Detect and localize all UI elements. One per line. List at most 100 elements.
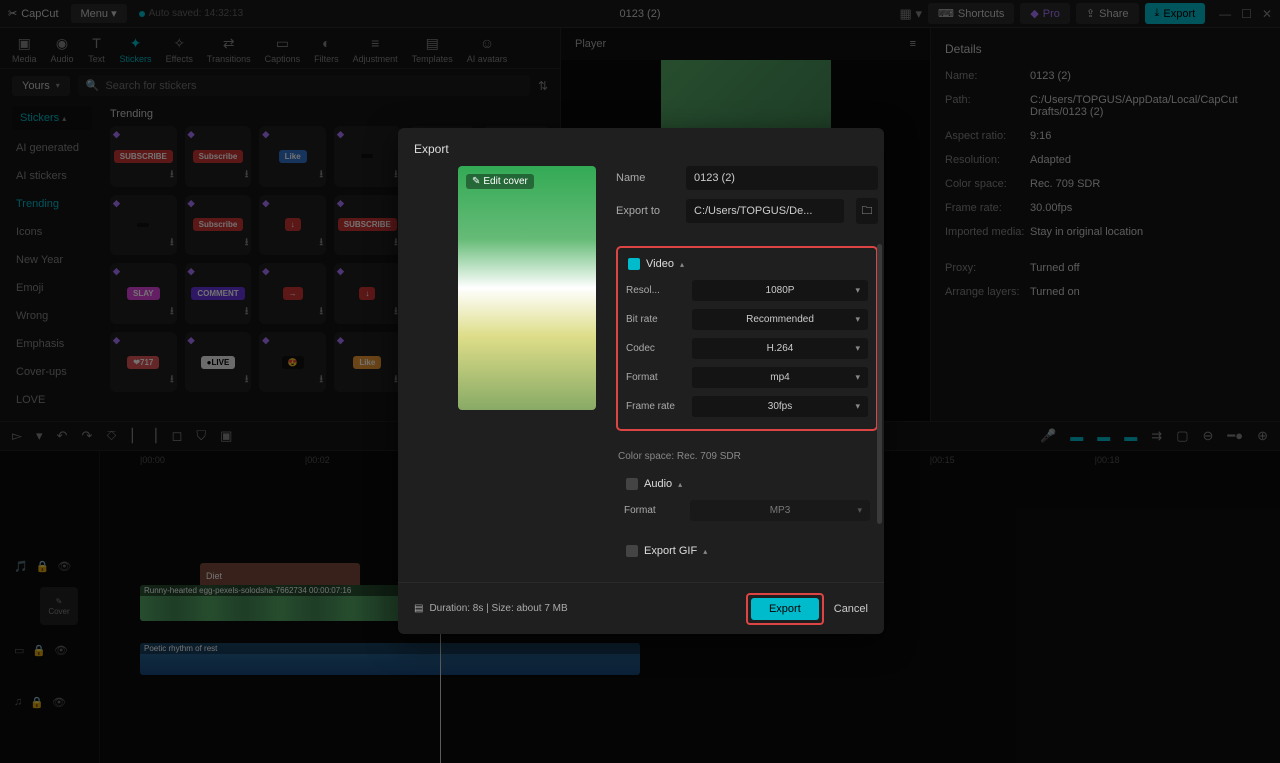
pro-button[interactable]: ◆Pro: [1020, 3, 1070, 24]
sticker-item[interactable]: ◆Like⭳: [334, 332, 401, 393]
track2-visible-icon[interactable]: 👁: [54, 644, 68, 657]
gif-section-toggle[interactable]: Export GIF ▴: [624, 545, 870, 557]
tab-transitions[interactable]: ⇄Transitions: [207, 34, 251, 64]
cat-ai-stickers[interactable]: AI stickers: [12, 162, 100, 190]
gif-checkbox[interactable]: [626, 545, 638, 557]
crop-icon[interactable]: ◻: [172, 428, 183, 444]
sticker-item[interactable]: ◆↓⭳: [259, 195, 326, 256]
sticker-item[interactable]: ◆⭳: [110, 195, 177, 256]
zoom-slider[interactable]: ━●: [1227, 428, 1243, 444]
browse-folder-button[interactable]: 🗀: [856, 198, 878, 224]
modal-scrollbar[interactable]: [877, 244, 882, 524]
tab-ai-avatars[interactable]: ☺AI avatars: [467, 34, 508, 64]
zoom-in-icon[interactable]: ⊕: [1257, 428, 1268, 444]
tab-text[interactable]: TText: [88, 34, 106, 64]
sticker-item[interactable]: ◆Like⭳: [259, 126, 326, 187]
share-button[interactable]: ⇪Share: [1076, 3, 1139, 24]
export-name-input[interactable]: [686, 166, 878, 190]
video-section-toggle[interactable]: Video ▴: [626, 258, 868, 270]
download-icon[interactable]: ⭳: [319, 304, 323, 321]
audio-section-toggle[interactable]: Audio ▴: [624, 478, 870, 490]
track2-lock-icon[interactable]: 🔒: [32, 644, 46, 657]
frame-icon[interactable]: ▣: [220, 428, 232, 444]
tab-media[interactable]: ▣Media: [12, 34, 37, 64]
sticker-item[interactable]: ◆Subscribe⭳: [185, 195, 252, 256]
marker1-icon[interactable]: ▬: [1070, 429, 1083, 444]
export-path-input[interactable]: [686, 199, 844, 223]
close-icon[interactable]: ✕: [1262, 7, 1272, 21]
minimize-icon[interactable]: —: [1219, 7, 1231, 21]
audio-checkbox[interactable]: [626, 478, 638, 490]
download-icon[interactable]: ⭳: [245, 235, 249, 252]
marker3-icon[interactable]: ▬: [1124, 429, 1137, 444]
download-icon[interactable]: ⭳: [319, 372, 323, 389]
bitrate-select[interactable]: Recommended: [692, 309, 868, 330]
menu-button[interactable]: Menu ▾: [71, 4, 127, 23]
sticker-item[interactable]: ◆SUBSCRIBE⭳: [110, 126, 177, 187]
sticker-item[interactable]: ◆⭳: [334, 126, 401, 187]
download-icon[interactable]: ⭳: [245, 372, 249, 389]
track-mute-icon[interactable]: 🎵: [14, 560, 28, 573]
track-lock-icon[interactable]: 🔒: [36, 560, 50, 573]
sticker-item[interactable]: ◆Subscribe⭳: [185, 126, 252, 187]
search-input[interactable]: [105, 80, 521, 92]
download-icon[interactable]: ⭳: [170, 372, 174, 389]
framerate-select[interactable]: 30fps: [692, 396, 868, 417]
sticker-item[interactable]: ◆COMMENT⭳: [185, 263, 252, 324]
audio-clip[interactable]: Poetic rhythm of rest: [140, 643, 640, 675]
link-icon[interactable]: ⇉: [1151, 428, 1162, 444]
cat-ai-generated[interactable]: AI generated: [12, 134, 100, 162]
audio-visible-icon[interactable]: 👁: [52, 696, 66, 709]
sticker-item[interactable]: ◆❤717⭳: [110, 332, 177, 393]
sticker-item[interactable]: ◆●LIVE⭳: [185, 332, 252, 393]
select-tool-icon[interactable]: ▻: [12, 428, 22, 444]
edit-cover-button[interactable]: ✎Edit cover: [466, 174, 534, 189]
cancel-button[interactable]: Cancel: [834, 603, 868, 615]
cat-love[interactable]: LOVE: [12, 386, 100, 414]
codec-select[interactable]: H.264: [692, 338, 868, 359]
download-icon[interactable]: ⭳: [245, 167, 249, 184]
sort-button[interactable]: ⇅: [538, 79, 548, 93]
redo-icon[interactable]: ↷: [81, 428, 92, 444]
player-menu-icon[interactable]: ≡: [910, 38, 916, 50]
sticker-search[interactable]: 🔍: [78, 75, 530, 96]
export-button-top[interactable]: ⤓Export: [1145, 3, 1206, 24]
cat-wrong[interactable]: Wrong: [12, 302, 100, 330]
audio-format-select[interactable]: MP3: [690, 500, 870, 521]
tab-filters[interactable]: ◐Filters: [314, 34, 339, 64]
cat-coverups[interactable]: Cover-ups: [12, 358, 100, 386]
download-icon[interactable]: ⭳: [245, 304, 249, 321]
monitor-icon[interactable]: ▢: [1176, 428, 1188, 444]
cat-emoji[interactable]: Emoji: [12, 274, 100, 302]
export-confirm-button[interactable]: Export: [751, 598, 819, 620]
video-checkbox[interactable]: [628, 258, 640, 270]
split-icon[interactable]: ⎏: [106, 428, 116, 444]
sticker-item[interactable]: ◆SLAY⭳: [110, 263, 177, 324]
cover-thumb[interactable]: ✎Cover: [40, 587, 78, 625]
cat-icons[interactable]: Icons: [12, 218, 100, 246]
zoom-out-icon[interactable]: ⊖: [1203, 428, 1214, 444]
track-visible-icon[interactable]: 👁: [57, 560, 71, 573]
trim-left-icon[interactable]: ⎢: [131, 428, 138, 444]
download-icon[interactable]: ⭳: [319, 167, 323, 184]
yours-dropdown[interactable]: Yours▾: [12, 76, 70, 96]
tab-audio[interactable]: ◉Audio: [51, 34, 74, 64]
tab-adjustment[interactable]: ≡Adjustment: [353, 34, 398, 64]
cat-emphasis[interactable]: Emphasis: [12, 330, 100, 358]
download-icon[interactable]: ⭳: [319, 235, 323, 252]
sticker-item[interactable]: ◆↓⭳: [334, 263, 401, 324]
audio-track-icon[interactable]: ♫: [14, 696, 22, 708]
format-select[interactable]: mp4: [692, 367, 868, 388]
download-icon[interactable]: ⭳: [170, 167, 174, 184]
mic-icon[interactable]: 🎤: [1040, 428, 1056, 444]
marker2-icon[interactable]: ▬: [1097, 429, 1110, 444]
download-icon[interactable]: ⭳: [170, 304, 174, 321]
tab-effects[interactable]: ✧Effects: [166, 34, 193, 64]
shortcuts-button[interactable]: ⌨Shortcuts: [928, 3, 1014, 24]
tab-captions[interactable]: ▭Captions: [265, 34, 301, 64]
tab-templates[interactable]: ▤Templates: [412, 34, 453, 64]
sticker-item[interactable]: ◆😍⭳: [259, 332, 326, 393]
cat-trending[interactable]: Trending: [12, 190, 100, 218]
audio-lock-icon[interactable]: 🔒: [30, 696, 44, 709]
undo-icon[interactable]: ↶: [57, 428, 68, 444]
